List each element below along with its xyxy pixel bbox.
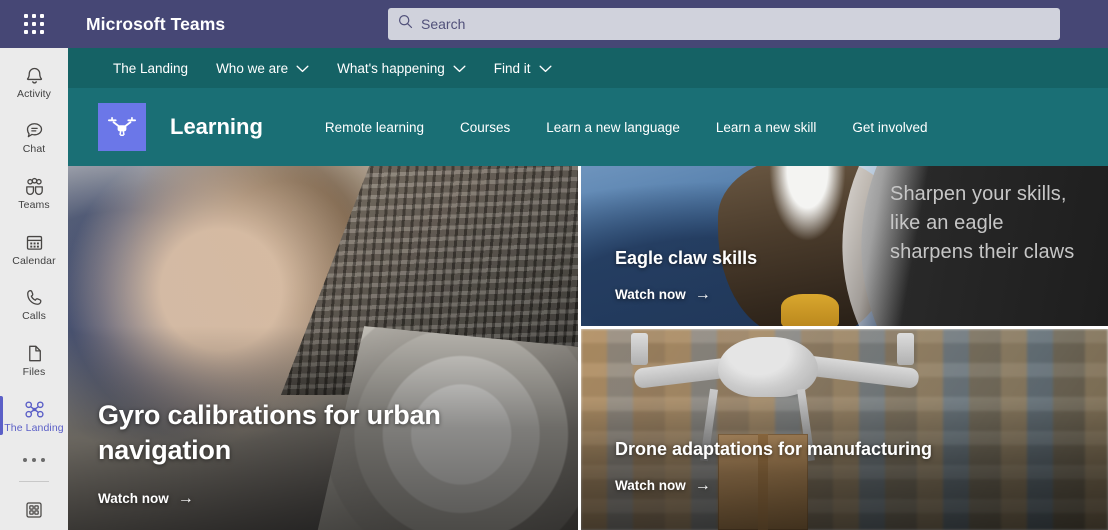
eagle-card-overlay: Eagle claw skills Watch now →	[615, 246, 757, 304]
topnav-label: The Landing	[113, 60, 189, 76]
app-rail: Activity Chat Teams Calendar Calls Files…	[0, 48, 68, 530]
eagle-watch-now-label: Watch now	[615, 287, 686, 302]
hero-card-title: Gyro calibrations for urban navigation	[98, 400, 441, 465]
sidebar-item-label: Activity	[16, 87, 52, 100]
hero-watch-now-link[interactable]: Watch now →	[98, 489, 194, 507]
card-eagle-claw-skills[interactable]: Sharpen your skills, like an eagle sharp…	[581, 166, 1108, 326]
hero-card-grid: Gyro calibrations for urban navigation W…	[68, 166, 1108, 530]
drone-watch-now-link[interactable]: Watch now →	[615, 476, 711, 494]
sidebar-item-label: Teams	[18, 199, 50, 212]
eagle-quote-text: Sharpen your skills, like an eagle sharp…	[890, 183, 1075, 263]
site-navigation: Remote learning Courses Learn a new lang…	[307, 120, 946, 135]
arrow-right-icon: →	[694, 476, 711, 494]
eagle-watch-now-link[interactable]: Watch now →	[615, 285, 711, 303]
teams-icon	[23, 175, 46, 197]
sidebar-item-label: The Landing	[4, 421, 64, 434]
chevron-down-icon	[539, 61, 552, 76]
sidebar-item-calendar[interactable]: Calendar	[0, 221, 68, 277]
site-header: Learning Remote learning Courses Learn a…	[68, 88, 1108, 166]
phone-icon	[24, 286, 45, 308]
site-title: Learning	[170, 114, 263, 139]
site-nav-item-learn-a-new-language[interactable]: Learn a new language	[528, 120, 698, 135]
app-title: Microsoft Teams	[86, 13, 226, 34]
topnav-label: Find it	[493, 60, 531, 76]
drone-logo-icon[interactable]	[98, 103, 146, 151]
title-bar: Microsoft Teams Search	[0, 0, 1108, 48]
sidebar-item-chat[interactable]: Chat	[0, 110, 68, 166]
sidebar-item-label: Files	[22, 366, 46, 379]
body-row: Activity Chat Teams Calendar Calls Files…	[0, 48, 1108, 530]
search-bar[interactable]: Search	[388, 8, 1060, 40]
hero-watch-now-label: Watch now	[98, 491, 169, 506]
sidebar-item-activity[interactable]: Activity	[0, 54, 68, 110]
chevron-down-icon	[296, 61, 309, 76]
hero-card-overlay: Gyro calibrations for urban navigation W…	[98, 398, 528, 508]
site-top-navigation: The Landing Who we are What's happening …	[68, 48, 1108, 88]
topnav-label: What's happening	[337, 60, 445, 76]
site-nav-item-get-involved[interactable]: Get involved	[834, 120, 945, 135]
arrow-right-icon: →	[694, 285, 711, 303]
drone-card-title: Drone adaptations for manufacturing	[615, 439, 933, 459]
rail-divider	[19, 481, 49, 483]
drone-icon	[23, 398, 46, 420]
drone-watch-now-label: Watch now	[615, 478, 686, 493]
site-nav-item-remote-learning[interactable]: Remote learning	[307, 120, 442, 135]
sidebar-item-label: Chat	[22, 143, 46, 156]
arrow-right-icon: →	[177, 489, 194, 507]
chat-icon	[24, 119, 45, 141]
sidebar-item-the-landing[interactable]: The Landing	[0, 388, 68, 444]
sidebar-item-teams[interactable]: Teams	[0, 165, 68, 221]
hero-card-gyro-calibrations[interactable]: Gyro calibrations for urban navigation W…	[68, 166, 578, 530]
hero-right-column: Sharpen your skills, like an eagle sharp…	[581, 166, 1108, 530]
file-icon	[24, 342, 45, 364]
topnav-item-whats-happening[interactable]: What's happening	[323, 48, 480, 88]
sidebar-item-files[interactable]: Files	[0, 332, 68, 388]
bell-icon	[24, 64, 45, 86]
site-nav-item-learn-a-new-skill[interactable]: Learn a new skill	[698, 120, 835, 135]
eagle-photo-talons	[781, 294, 840, 326]
drone-scrim	[581, 329, 1108, 530]
ellipsis-icon[interactable]	[0, 443, 68, 477]
sidebar-item-calls[interactable]: Calls	[0, 277, 68, 333]
search-icon	[398, 14, 413, 34]
drone-card-overlay: Drone adaptations for manufacturing Watc…	[615, 437, 932, 495]
site-nav-item-courses[interactable]: Courses	[442, 120, 528, 135]
search-input[interactable]: Search	[388, 8, 1060, 40]
app-grid-icon[interactable]	[0, 0, 68, 48]
search-placeholder: Search	[421, 16, 466, 32]
sidebar-item-label: Calls	[22, 310, 46, 323]
content-area: The Landing Who we are What's happening …	[68, 48, 1108, 530]
topnav-item-the-landing[interactable]: The Landing	[99, 48, 202, 88]
topnav-label: Who we are	[216, 60, 289, 76]
topnav-item-who-we-are[interactable]: Who we are	[202, 48, 323, 88]
calendar-icon	[24, 231, 45, 253]
eagle-card-title: Eagle claw skills	[615, 248, 758, 268]
sidebar-item-label: Calendar	[12, 254, 56, 267]
card-drone-adaptations[interactable]: Drone adaptations for manufacturing Watc…	[581, 329, 1108, 530]
apps-grid-icon[interactable]	[0, 490, 68, 530]
chevron-down-icon	[453, 61, 466, 76]
topnav-item-find-it[interactable]: Find it	[480, 48, 566, 88]
teams-window: Microsoft Teams Search Activity Chat Tea…	[0, 0, 1108, 530]
